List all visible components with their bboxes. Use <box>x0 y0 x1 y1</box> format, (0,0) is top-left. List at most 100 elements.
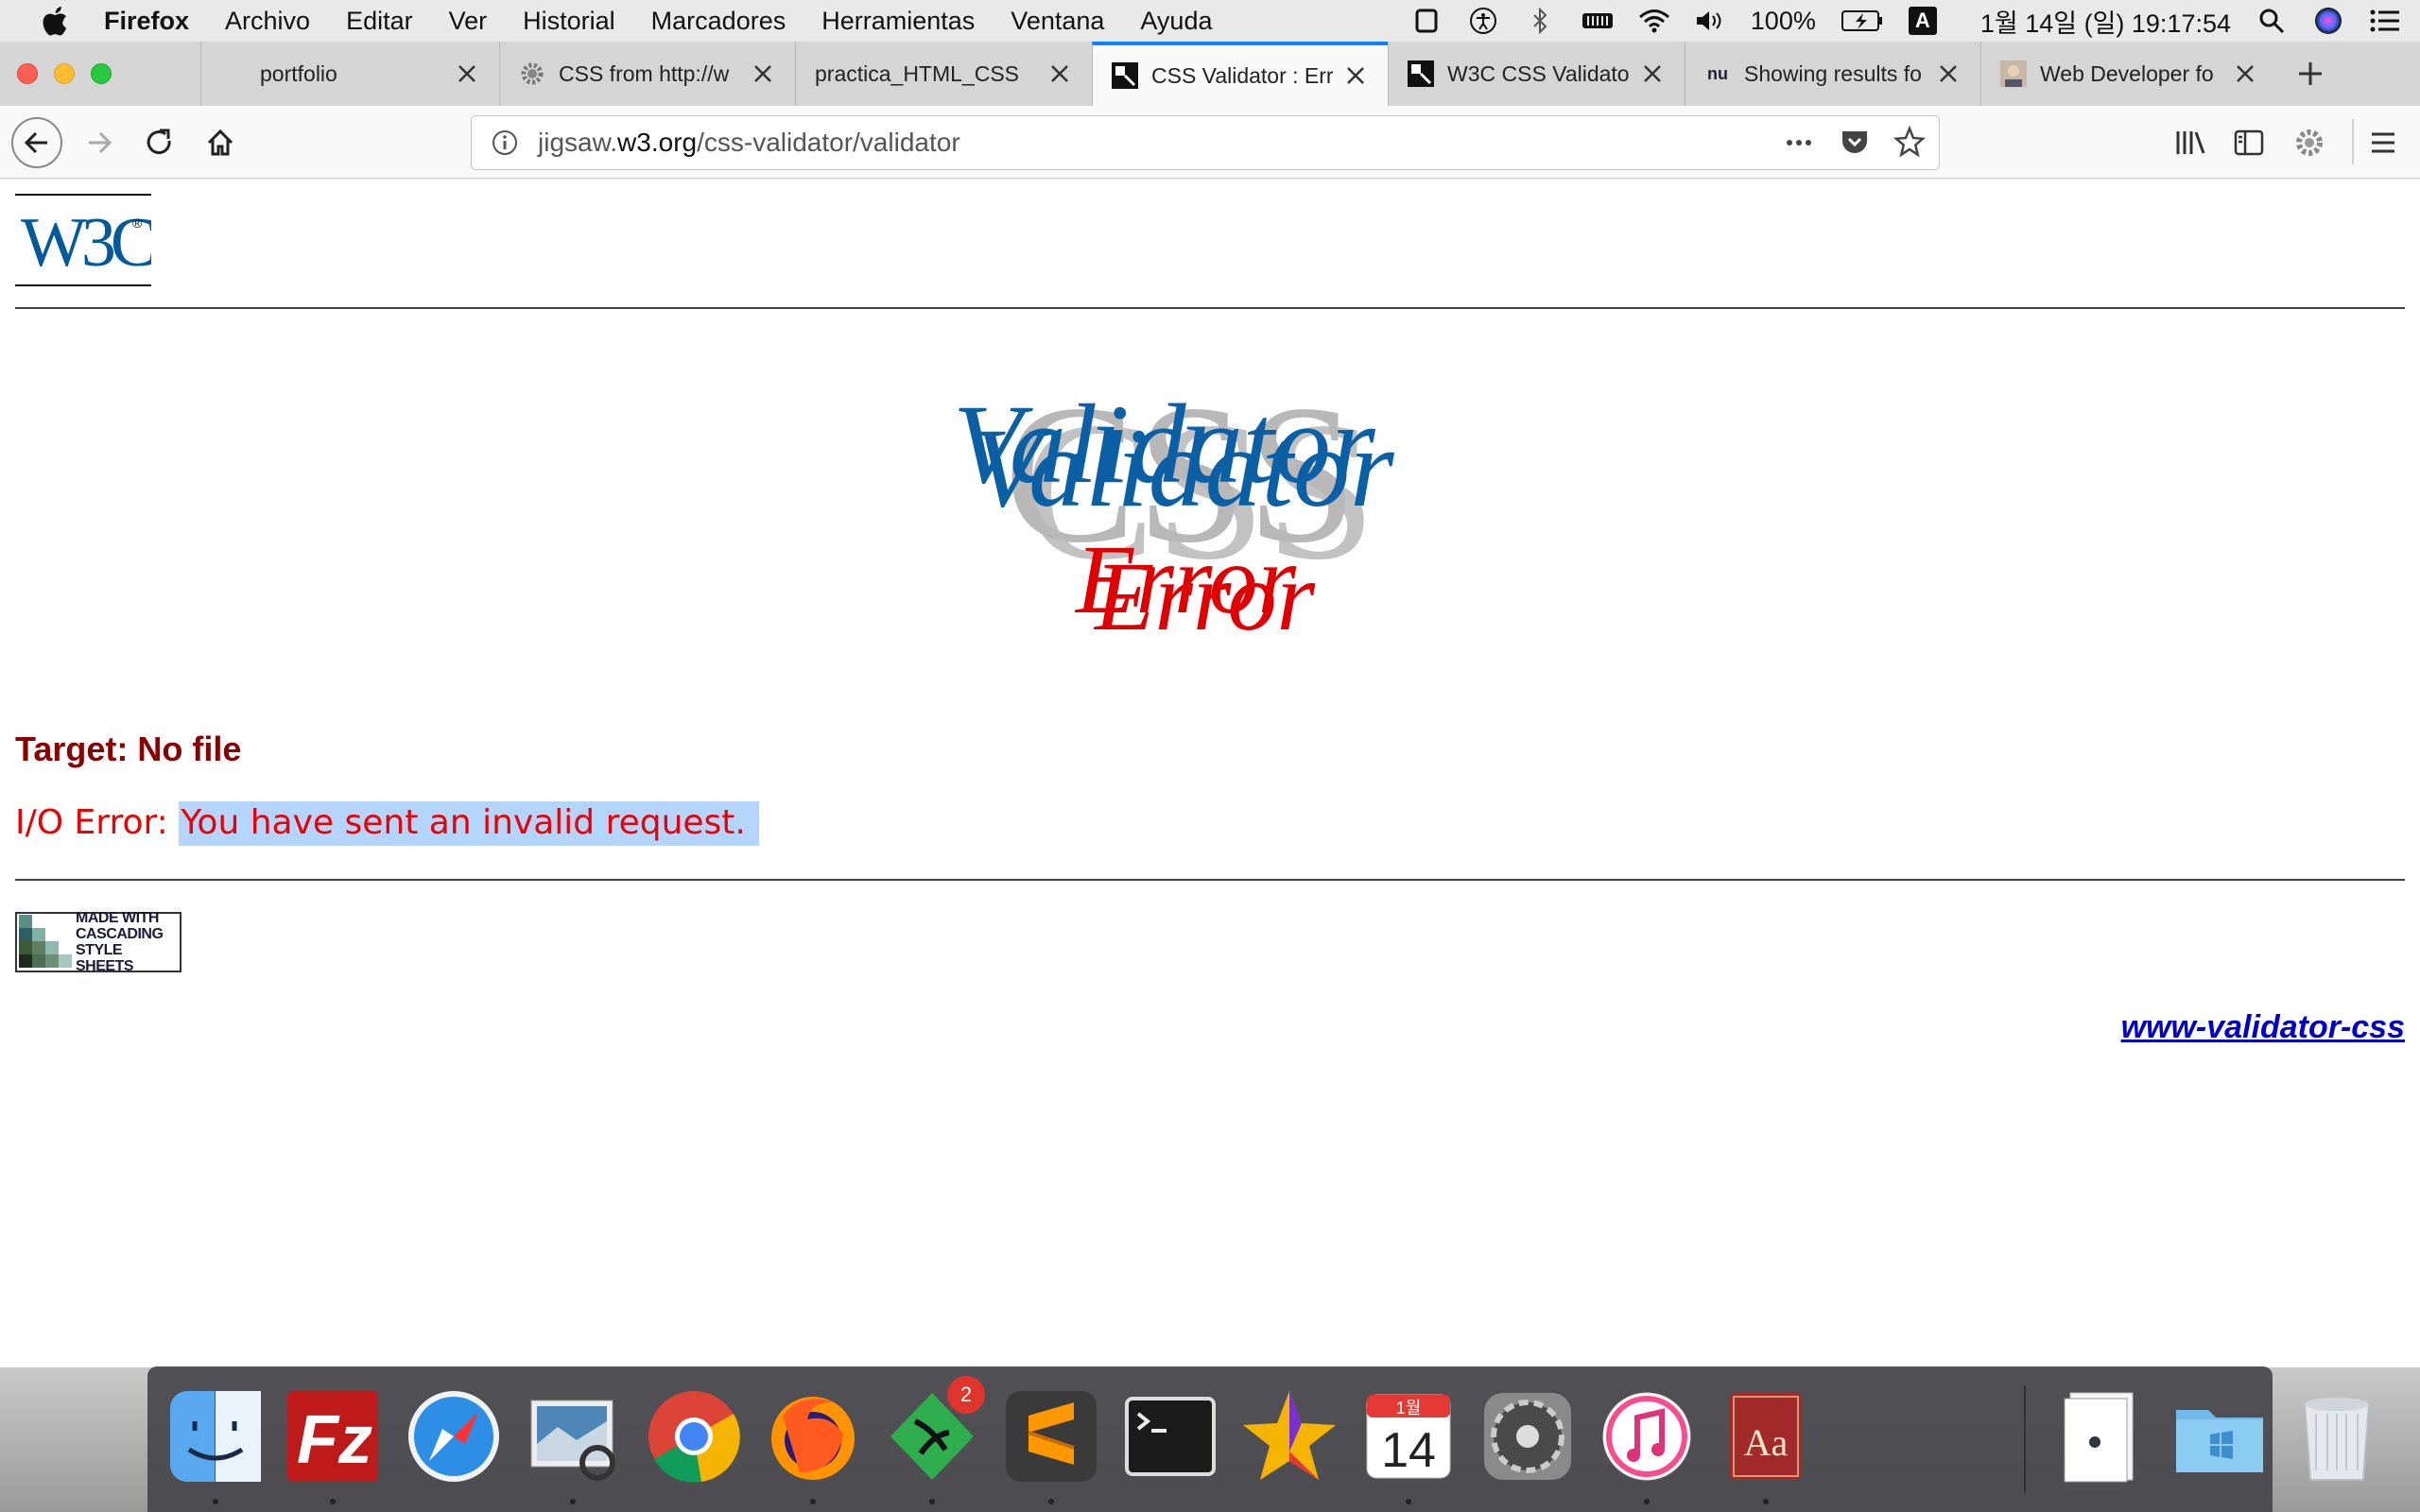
close-window-button[interactable] <box>17 63 38 84</box>
pocket-icon[interactable] <box>1839 126 1871 166</box>
close-tab-icon[interactable] <box>750 60 776 87</box>
forward-button[interactable] <box>74 117 125 168</box>
dictionary-icon: Aa <box>1730 1393 1802 1480</box>
gear-icon <box>519 60 545 87</box>
calendar-day: 14 <box>1381 1423 1436 1478</box>
close-tab-icon[interactable] <box>454 60 480 87</box>
keyboard-battery-icon[interactable] <box>1581 5 1613 37</box>
bookmark-star-icon[interactable] <box>1893 125 1927 166</box>
page-actions-icon[interactable] <box>1782 126 1816 166</box>
notification-badge: 2 <box>947 1376 985 1414</box>
home-button[interactable] <box>195 117 246 168</box>
tab-css-from[interactable]: CSS from http://w <box>499 42 795 106</box>
running-indicator <box>213 1499 218 1504</box>
close-tab-icon[interactable] <box>1639 60 1666 87</box>
tab-label: CSS from http://w <box>559 60 730 86</box>
menubar-clock[interactable]: 1월 14일 (일) 19:17:54 <box>1980 3 2231 40</box>
reload-button[interactable] <box>134 117 185 168</box>
volume-icon[interactable] <box>1694 5 1726 37</box>
wifi-icon[interactable] <box>1637 5 1669 37</box>
top-divider <box>15 307 2405 309</box>
dock-safari[interactable] <box>401 1383 507 1489</box>
css-validator-error-banner: CSS CSS Validator Validator Error Error <box>953 331 1503 860</box>
zoom-window-button[interactable] <box>91 63 112 84</box>
menu-archivo[interactable]: Archivo <box>225 7 310 36</box>
tab-portfolio[interactable]: portfolio <box>200 42 499 106</box>
url-text[interactable]: jigsaw.w3.org/css-validator/validator <box>538 128 960 158</box>
dock-system-preferences[interactable] <box>1475 1383 1581 1489</box>
dock-sublime-text[interactable] <box>998 1383 1104 1504</box>
menu-historial[interactable]: Historial <box>523 7 615 36</box>
site-info-icon[interactable] <box>472 129 538 157</box>
avatar-icon <box>2000 60 2027 87</box>
running-indicator <box>570 1499 576 1504</box>
dock-document-stack[interactable] <box>2048 1383 2153 1489</box>
back-button[interactable] <box>11 117 62 168</box>
battery-icon[interactable] <box>1841 5 1884 37</box>
star-icon <box>1243 1391 1336 1480</box>
banner-validator-text-shadow: Validator <box>972 404 1395 530</box>
close-tab-icon[interactable] <box>2232 60 2258 87</box>
bluetooth-icon[interactable] <box>1524 5 1556 37</box>
extension-gear-icon[interactable] <box>2284 117 2335 168</box>
www-validator-css-link[interactable]: www-validator-css <box>2121 1009 2405 1046</box>
screen-icon[interactable] <box>1410 5 1443 37</box>
made-with-css-badge[interactable]: MADE WITH CASCADING STYLE SHEETS <box>15 910 182 974</box>
library-icon[interactable] <box>2165 117 2216 168</box>
dock-itunes[interactable] <box>1594 1383 1700 1504</box>
apple-menu-icon[interactable] <box>38 4 72 38</box>
menu-firefox[interactable]: Firefox <box>104 7 189 36</box>
sidebar-toggle-icon[interactable] <box>2223 117 2274 168</box>
bottom-divider <box>15 879 2405 881</box>
close-tab-icon[interactable] <box>1342 62 1369 89</box>
menu-ventana[interactable]: Ventana <box>1011 7 1104 36</box>
tab-css-validator-error[interactable]: CSS Validator : Err <box>1092 42 1388 106</box>
itunes-icon <box>1602 1392 1691 1481</box>
tab-showing-results[interactable]: nu Showing results fo <box>1685 42 1980 106</box>
running-indicator <box>810 1499 816 1504</box>
trash-icon <box>2303 1398 2371 1481</box>
w3c-logo[interactable]: W3C ® <box>15 194 160 286</box>
dock-dictionary[interactable]: Aa <box>1713 1383 1819 1504</box>
close-tab-icon[interactable] <box>1935 60 1962 87</box>
tab-practica[interactable]: practica_HTML_CSS <box>795 42 1092 106</box>
css-badge-squares-icon <box>19 915 74 970</box>
close-tab-icon[interactable] <box>1046 60 1073 87</box>
dock-starred-app[interactable] <box>1236 1383 1342 1489</box>
menu-editar[interactable]: Editar <box>346 7 413 36</box>
running-indicator <box>1406 1499 1411 1504</box>
spotlight-search-icon[interactable] <box>2256 5 2288 37</box>
menu-marcadores[interactable]: Marcadores <box>651 7 786 36</box>
notification-center-icon[interactable] <box>2369 5 2401 37</box>
dock-filezilla[interactable]: Fz <box>280 1383 386 1504</box>
running-indicator <box>929 1499 935 1504</box>
tab-w3c-css-validator[interactable]: W3C CSS Validato <box>1388 42 1685 106</box>
menu-herramientas[interactable]: Herramientas <box>821 7 975 36</box>
siri-icon[interactable] <box>2312 5 2344 37</box>
url-prefix: jigsaw. <box>538 128 618 157</box>
new-tab-button[interactable] <box>2277 42 2343 106</box>
dock-folder[interactable] <box>2167 1383 2273 1489</box>
dock-preview[interactable] <box>520 1383 626 1504</box>
tab-web-developer[interactable]: Web Developer fo <box>1980 42 2277 106</box>
dock-terminal[interactable] <box>1117 1383 1223 1489</box>
menu-ver[interactable]: Ver <box>449 7 488 36</box>
dock-chrome[interactable] <box>641 1383 747 1489</box>
browser-tab-strip: portfolio CSS from http://w practica_HTM… <box>0 42 2420 106</box>
target-heading: Target: No file <box>15 730 242 768</box>
menu-ayuda[interactable]: Ayuda <box>1140 7 1212 36</box>
running-indicator <box>1763 1499 1769 1504</box>
url-bar[interactable]: jigsaw.w3.org/css-validator/validator <box>471 115 1940 170</box>
dock-firefox[interactable] <box>760 1383 866 1504</box>
accessibility-icon[interactable] <box>1467 5 1499 37</box>
dock-finder[interactable] <box>163 1383 268 1504</box>
io-error-message: I/O Error: You have sent an invalid requ… <box>15 801 759 846</box>
hamburger-menu-icon[interactable] <box>2358 117 2409 168</box>
tab-label: W3C CSS Validato <box>1447 60 1630 86</box>
dock-kite[interactable]: 2 <box>879 1376 985 1504</box>
macos-dock: Fz 2 1월 14 Aa <box>147 1366 2371 1512</box>
dock-calendar[interactable]: 1월 14 <box>1356 1383 1461 1504</box>
dock-trash[interactable] <box>2284 1383 2390 1489</box>
input-source-indicator[interactable]: A <box>1908 7 1937 35</box>
minimize-window-button[interactable] <box>54 63 75 84</box>
